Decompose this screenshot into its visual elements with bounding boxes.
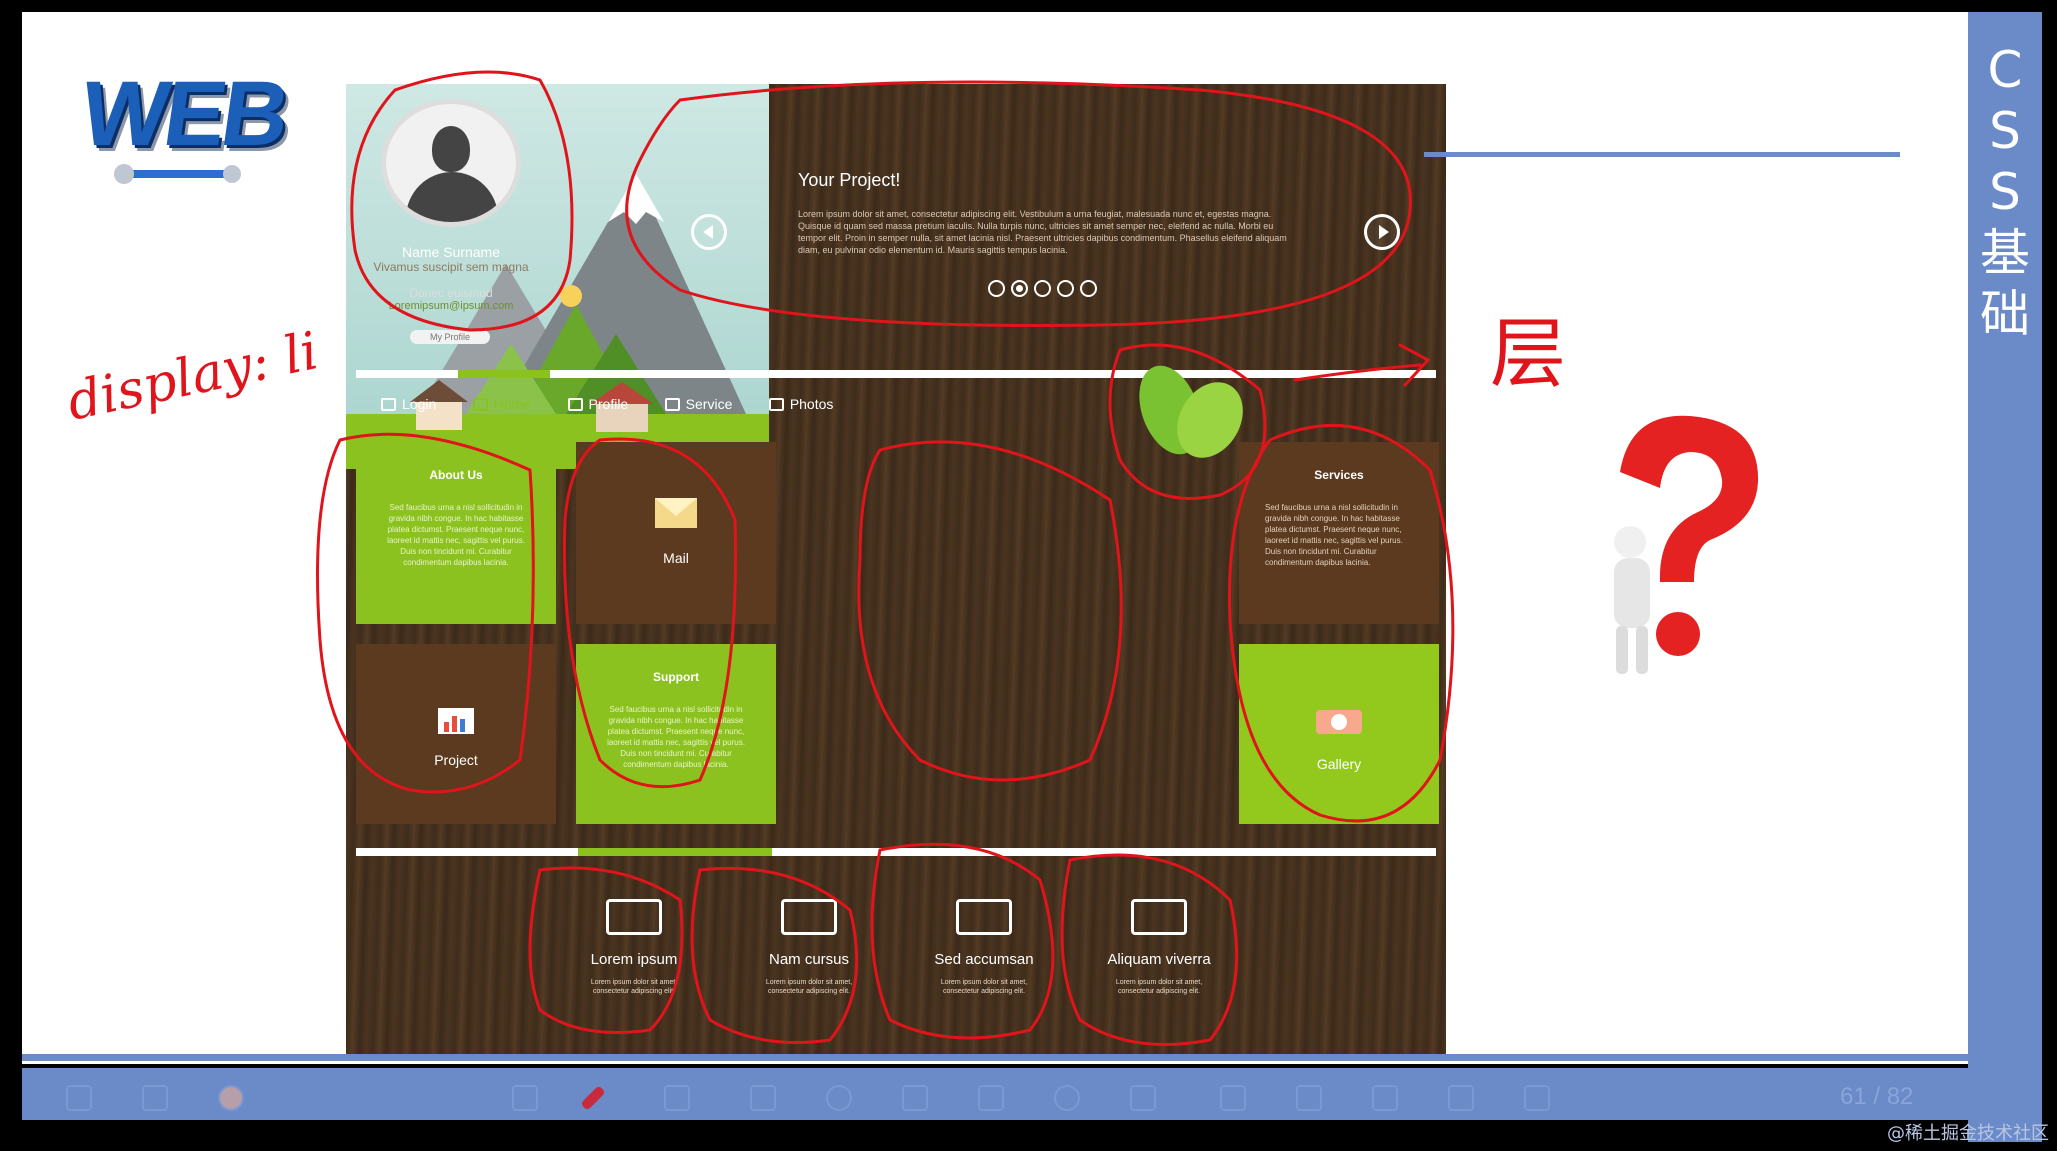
slide-canvas: WEB Name Surname Vivamus suscipit sem ma… xyxy=(22,12,1968,1064)
menu-icon[interactable] xyxy=(66,1085,92,1111)
document-icon[interactable] xyxy=(1524,1085,1550,1111)
camera-icon xyxy=(768,398,784,411)
page-counter: 61 / 82 xyxy=(1840,1083,1914,1110)
my-profile-button[interactable]: My Profile xyxy=(410,330,490,344)
bottom-divider-bar xyxy=(356,848,1436,856)
slider-next-button[interactable] xyxy=(1364,214,1400,250)
wrench-icon xyxy=(114,164,241,184)
profile-name: Name Surname xyxy=(401,244,501,260)
bottom-stripe xyxy=(22,1068,1968,1075)
camera-icon xyxy=(781,899,837,935)
mail-icon xyxy=(655,498,697,528)
top-divider-bar xyxy=(356,370,1436,378)
main-nav: Login Home Profile Service Photos xyxy=(381,396,865,420)
side-title: C S S 基 础 xyxy=(1980,41,2030,343)
pen-icon[interactable] xyxy=(580,1085,606,1111)
eraser-icon[interactable] xyxy=(664,1085,690,1111)
profile-icon xyxy=(567,398,583,411)
service-icon xyxy=(664,398,680,411)
chevron-right-icon[interactable] xyxy=(1982,1085,2008,1111)
nav-item-profile[interactable]: Profile xyxy=(567,396,628,412)
slides-icon[interactable] xyxy=(142,1085,168,1111)
chevron-left-icon[interactable] xyxy=(1782,1085,1808,1111)
feature-aliquam-viverra[interactable]: Aliquam viverra Lorem ipsum dolor sit am… xyxy=(1079,899,1239,996)
feature-lorem-ipsum[interactable]: Lorem ipsum Lorem ipsum dolor sit amet, … xyxy=(554,899,714,996)
blue-rule xyxy=(1424,152,1900,157)
more-icon[interactable] xyxy=(1220,1085,1246,1111)
slider-body: Lorem ipsum dolor sit amet, consectetur … xyxy=(798,209,1287,255)
nav-item-service[interactable]: Service xyxy=(664,396,732,412)
tile-gallery[interactable]: Gallery xyxy=(1239,644,1439,824)
profile-email[interactable]: Loremipsum@ipsum.com xyxy=(346,300,556,312)
computer-icon xyxy=(606,899,662,935)
nav-item-login[interactable]: Login xyxy=(381,396,436,412)
slider-prev-button[interactable] xyxy=(691,214,727,250)
tile-about-us[interactable]: About Us Sed faucibus urna a nisl sollic… xyxy=(356,442,556,624)
cart-icon xyxy=(1131,899,1187,935)
nav-item-home[interactable]: Home xyxy=(472,396,531,412)
spotlight-icon[interactable] xyxy=(1296,1085,1322,1111)
slider-title: Your Project! xyxy=(798,170,901,190)
pointer-icon[interactable] xyxy=(512,1085,538,1111)
screen-icon[interactable] xyxy=(1448,1085,1474,1111)
slider-dot[interactable] xyxy=(988,280,1005,297)
slider-dot[interactable] xyxy=(1034,280,1051,297)
bar-chart-icon xyxy=(438,708,474,734)
whiteboard-icon[interactable] xyxy=(902,1085,928,1111)
home-icon xyxy=(472,398,488,411)
website-mockup: Name Surname Vivamus suscipit sem magna … xyxy=(346,84,1446,1061)
tile-project[interactable]: Project xyxy=(356,644,556,824)
watermark: @稀土掘金技术社区 xyxy=(1887,1123,2049,1144)
tile-support[interactable]: Support Sed faucibus urna a nisl sollici… xyxy=(576,644,776,824)
profile-subtitle: Vivamus suscipit sem magna xyxy=(373,260,529,274)
presentation-toolbar xyxy=(22,1075,2042,1120)
slider-dot[interactable] xyxy=(1057,280,1074,297)
profile-text: Donec euismod xyxy=(409,286,493,300)
shapes-icon[interactable] xyxy=(750,1085,776,1111)
tile-services[interactable]: Services Sed faucibus urna a nisl sollic… xyxy=(1239,442,1439,624)
timer-icon[interactable] xyxy=(1054,1085,1080,1111)
slider-dot[interactable] xyxy=(1080,280,1097,297)
avatar[interactable] xyxy=(218,1085,244,1111)
nav-item-photos[interactable]: Photos xyxy=(768,396,833,412)
undo-icon[interactable] xyxy=(1130,1085,1156,1111)
tile-mail[interactable]: Mail xyxy=(576,442,776,624)
chat-user-icon xyxy=(956,899,1012,935)
web-logo: WEB xyxy=(75,63,310,204)
slider-dot[interactable] xyxy=(1011,280,1028,297)
scissors-icon[interactable] xyxy=(978,1085,1004,1111)
feature-sed-accumsan[interactable]: Sed accumsan Lorem ipsum dolor sit amet,… xyxy=(904,899,1064,996)
bottom-stripe xyxy=(22,1054,1968,1061)
notes-icon[interactable] xyxy=(1372,1085,1398,1111)
question-figure xyxy=(1614,415,1759,674)
camera-icon xyxy=(1316,710,1362,734)
slider-dots xyxy=(988,280,1103,302)
login-icon xyxy=(381,398,396,411)
avatar xyxy=(381,99,521,227)
zoom-icon[interactable] xyxy=(826,1085,852,1111)
feature-nam-cursus[interactable]: Nam cursus Lorem ipsum dolor sit amet, c… xyxy=(729,899,889,996)
